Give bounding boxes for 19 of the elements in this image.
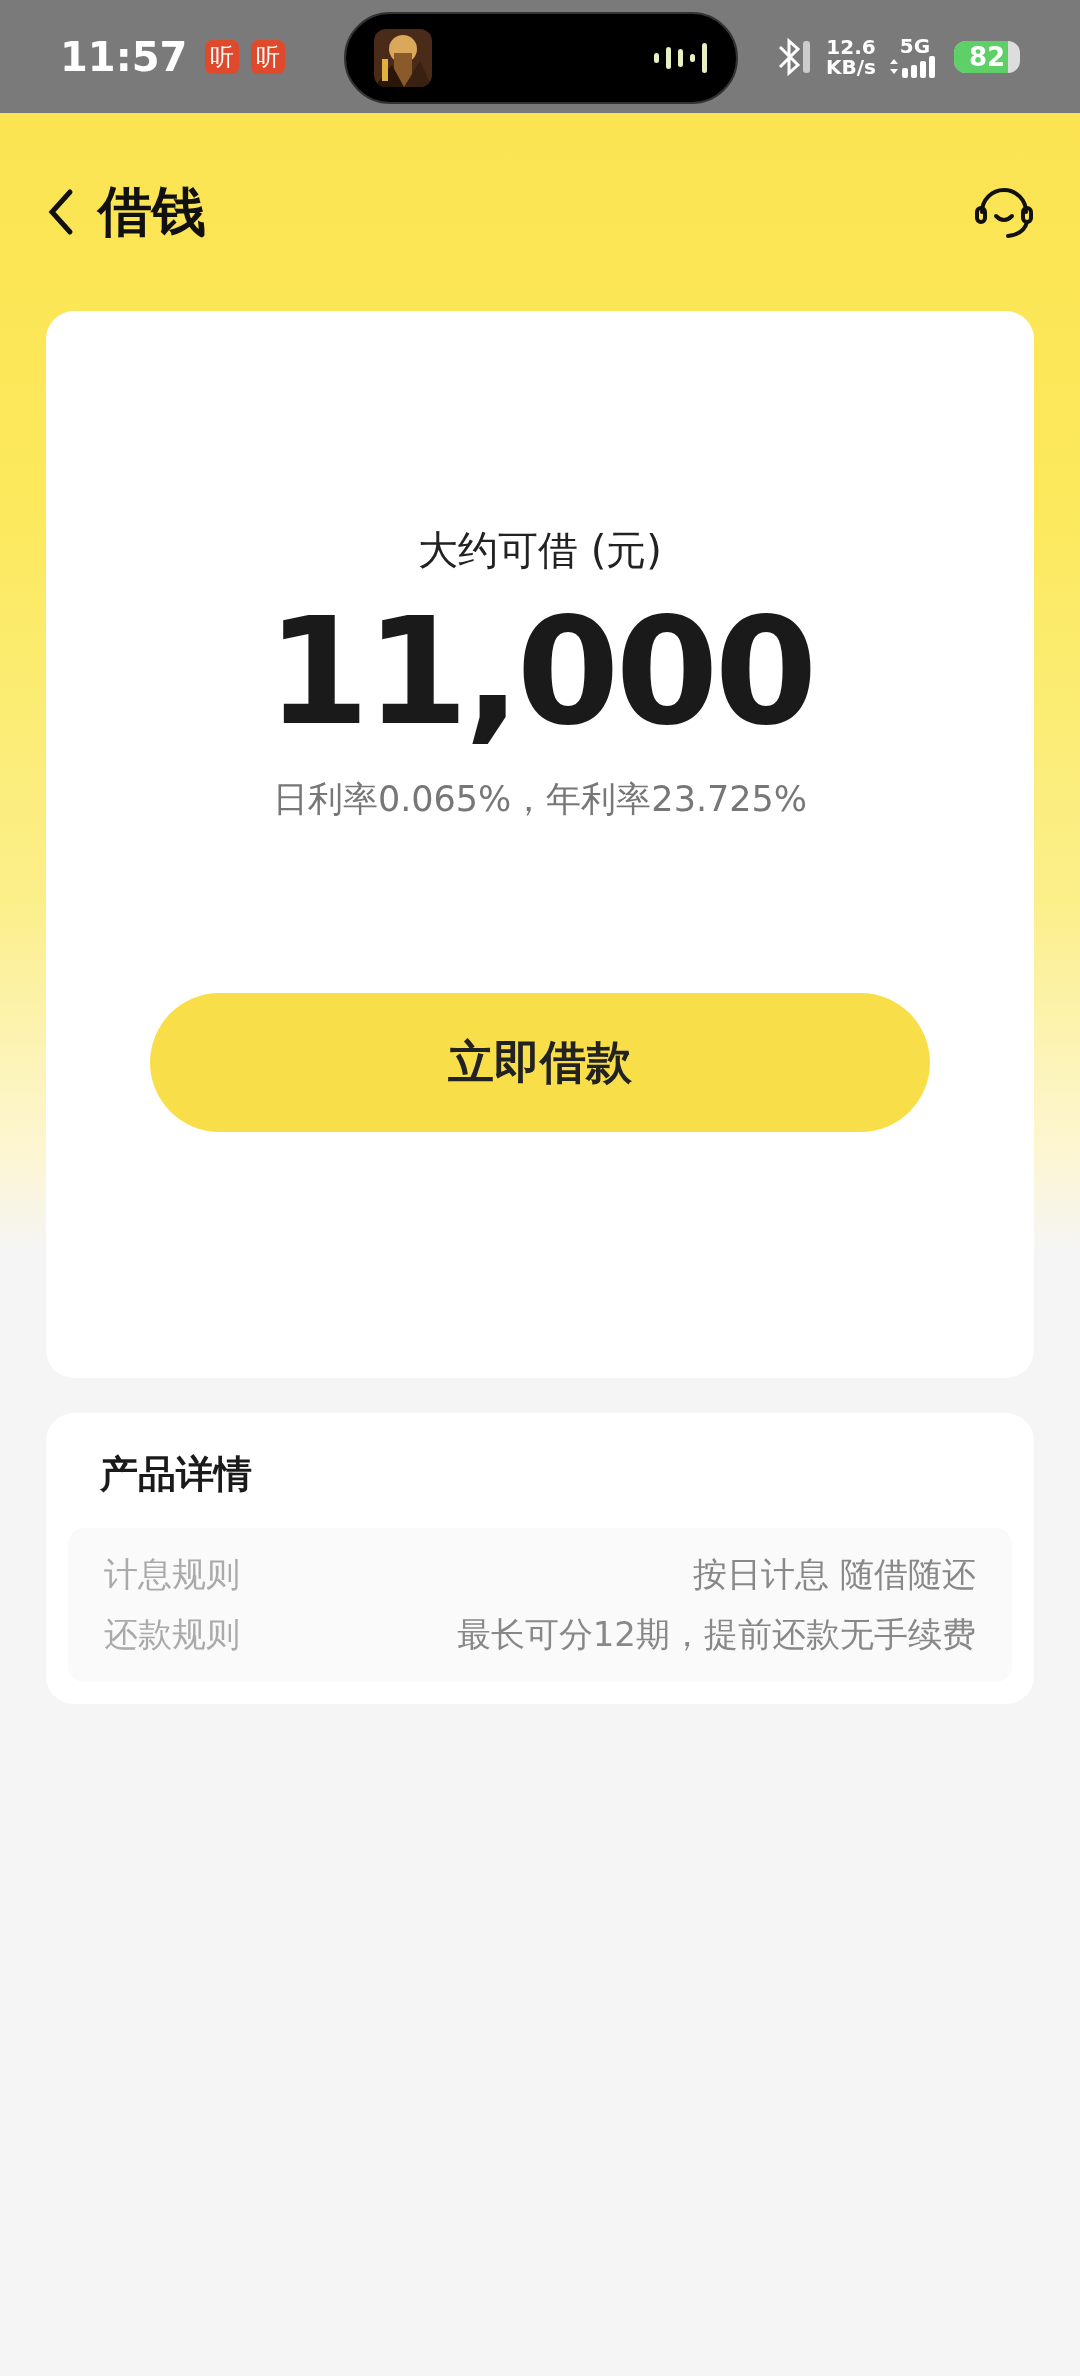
detail-value: 按日计息 随借随还 — [693, 1553, 976, 1596]
network-type: 5G — [899, 35, 931, 56]
detail-value: 最长可分12期，提前还款无手续费 — [456, 1613, 976, 1656]
detail-label: 还款规则 — [104, 1613, 240, 1656]
interest-rates: 日利率0.065%，年利率23.725% — [272, 778, 808, 821]
speed-unit: KB/s — [826, 56, 876, 77]
detail-label: 计息规则 — [104, 1553, 240, 1596]
amount-label: 大约可借 (元) — [418, 526, 662, 575]
section-title: 产品详情 — [99, 1451, 253, 1498]
battery-indicator: 82 — [954, 40, 1020, 73]
notification-icon: 听 — [251, 39, 286, 74]
page-title: 借钱 — [98, 178, 206, 245]
status-time: 11:57 — [60, 33, 188, 80]
loan-amount: 11,000 — [266, 586, 814, 758]
waveform-icon — [654, 41, 710, 75]
network-speed: 12.6 — [826, 36, 876, 57]
bluetooth-icon — [776, 36, 813, 77]
borrow-button[interactable]: 立即借款 — [150, 993, 930, 1132]
notification-icon: 听 — [205, 39, 240, 74]
